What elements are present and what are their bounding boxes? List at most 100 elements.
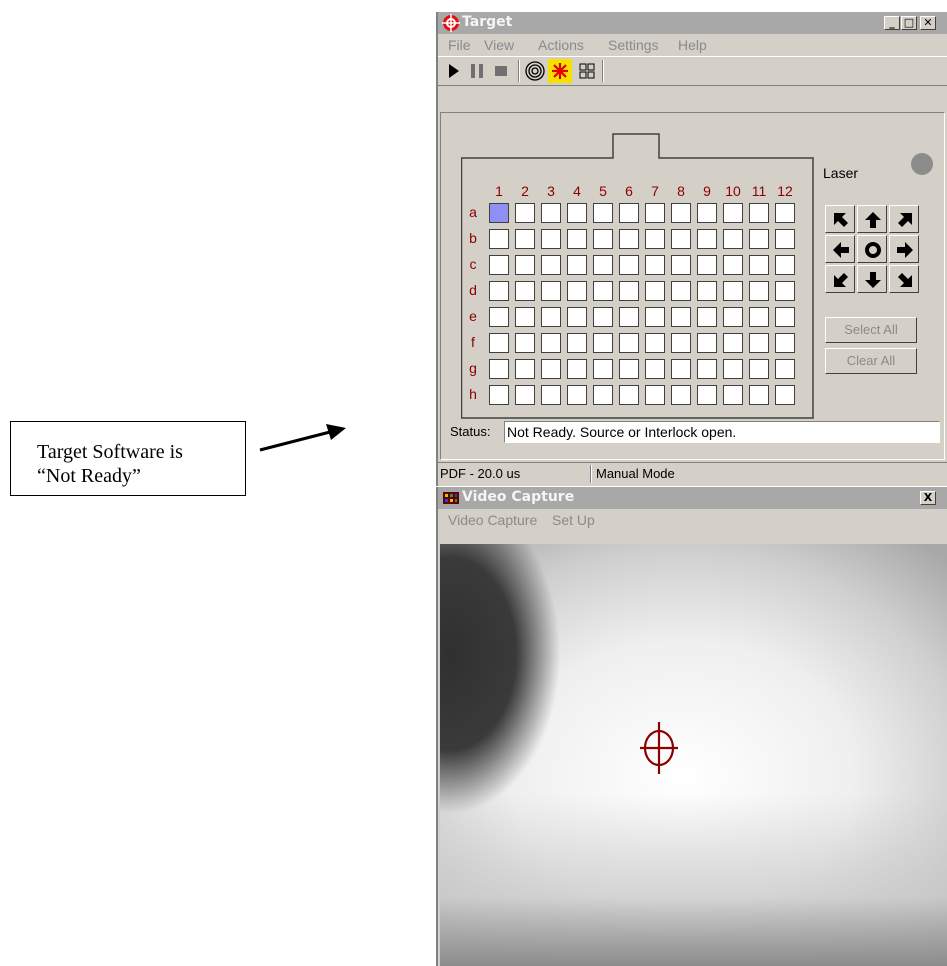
well-f8[interactable]: [671, 333, 691, 353]
well-b11[interactable]: [749, 229, 769, 249]
video-titlebar[interactable]: Video Capture X: [438, 487, 947, 509]
target-titlebar[interactable]: Target _ □ ✕: [438, 12, 947, 34]
well-e1[interactable]: [489, 307, 509, 327]
well-e8[interactable]: [671, 307, 691, 327]
move-down-button[interactable]: [857, 265, 887, 293]
well-f11[interactable]: [749, 333, 769, 353]
well-c1[interactable]: [489, 255, 509, 275]
well-b1[interactable]: [489, 229, 509, 249]
well-h10[interactable]: [723, 385, 743, 405]
move-up-right-button[interactable]: [889, 205, 919, 233]
video-close-button[interactable]: X: [920, 491, 936, 505]
well-c12[interactable]: [775, 255, 795, 275]
well-a8[interactable]: [671, 203, 691, 223]
well-b2[interactable]: [515, 229, 535, 249]
menu-actions[interactable]: Actions: [538, 37, 584, 53]
minimize-button[interactable]: _: [884, 16, 900, 30]
well-h12[interactable]: [775, 385, 795, 405]
move-down-left-button[interactable]: [825, 265, 855, 293]
clear-all-button[interactable]: Clear All: [825, 348, 917, 374]
well-h8[interactable]: [671, 385, 691, 405]
well-c6[interactable]: [619, 255, 639, 275]
well-h5[interactable]: [593, 385, 613, 405]
select-all-button[interactable]: Select All: [825, 317, 917, 343]
well-a6[interactable]: [619, 203, 639, 223]
well-c5[interactable]: [593, 255, 613, 275]
target-rings-icon[interactable]: [524, 60, 546, 82]
well-h7[interactable]: [645, 385, 665, 405]
menu-view[interactable]: View: [484, 37, 514, 53]
well-g2[interactable]: [515, 359, 535, 379]
well-a5[interactable]: [593, 203, 613, 223]
menu-help[interactable]: Help: [678, 37, 707, 53]
well-g5[interactable]: [593, 359, 613, 379]
well-a4[interactable]: [567, 203, 587, 223]
well-h2[interactable]: [515, 385, 535, 405]
well-f7[interactable]: [645, 333, 665, 353]
well-d10[interactable]: [723, 281, 743, 301]
well-h4[interactable]: [567, 385, 587, 405]
well-e4[interactable]: [567, 307, 587, 327]
well-b4[interactable]: [567, 229, 587, 249]
well-b9[interactable]: [697, 229, 717, 249]
menu-video-capture[interactable]: Video Capture: [448, 512, 537, 528]
center-button[interactable]: [857, 235, 887, 263]
move-right-button[interactable]: [889, 235, 919, 263]
well-g12[interactable]: [775, 359, 795, 379]
well-e5[interactable]: [593, 307, 613, 327]
menu-file[interactable]: File: [448, 37, 471, 53]
well-d7[interactable]: [645, 281, 665, 301]
well-c9[interactable]: [697, 255, 717, 275]
menu-set-up[interactable]: Set Up: [552, 512, 595, 528]
well-d3[interactable]: [541, 281, 561, 301]
move-down-right-button[interactable]: [889, 265, 919, 293]
move-left-button[interactable]: [825, 235, 855, 263]
well-d2[interactable]: [515, 281, 535, 301]
well-d8[interactable]: [671, 281, 691, 301]
well-g3[interactable]: [541, 359, 561, 379]
well-h6[interactable]: [619, 385, 639, 405]
well-c3[interactable]: [541, 255, 561, 275]
well-a10[interactable]: [723, 203, 743, 223]
well-b7[interactable]: [645, 229, 665, 249]
well-c7[interactable]: [645, 255, 665, 275]
well-a2[interactable]: [515, 203, 535, 223]
well-f12[interactable]: [775, 333, 795, 353]
well-g8[interactable]: [671, 359, 691, 379]
well-f9[interactable]: [697, 333, 717, 353]
close-button[interactable]: ✕: [920, 16, 936, 30]
well-b8[interactable]: [671, 229, 691, 249]
well-a12[interactable]: [775, 203, 795, 223]
grid-view-icon[interactable]: [576, 60, 598, 82]
move-up-left-button[interactable]: [825, 205, 855, 233]
well-g4[interactable]: [567, 359, 587, 379]
well-e2[interactable]: [515, 307, 535, 327]
well-b10[interactable]: [723, 229, 743, 249]
laser-star-icon[interactable]: [549, 60, 571, 82]
well-c8[interactable]: [671, 255, 691, 275]
pause-icon[interactable]: [466, 60, 488, 82]
play-icon[interactable]: [442, 60, 464, 82]
well-g7[interactable]: [645, 359, 665, 379]
well-g11[interactable]: [749, 359, 769, 379]
menu-settings[interactable]: Settings: [608, 37, 659, 53]
well-e3[interactable]: [541, 307, 561, 327]
well-d11[interactable]: [749, 281, 769, 301]
well-a11[interactable]: [749, 203, 769, 223]
well-f6[interactable]: [619, 333, 639, 353]
well-f1[interactable]: [489, 333, 509, 353]
well-b5[interactable]: [593, 229, 613, 249]
well-g9[interactable]: [697, 359, 717, 379]
well-h11[interactable]: [749, 385, 769, 405]
well-f2[interactable]: [515, 333, 535, 353]
well-f10[interactable]: [723, 333, 743, 353]
well-b12[interactable]: [775, 229, 795, 249]
well-c2[interactable]: [515, 255, 535, 275]
maximize-button[interactable]: □: [901, 16, 917, 30]
well-e12[interactable]: [775, 307, 795, 327]
well-c10[interactable]: [723, 255, 743, 275]
well-d4[interactable]: [567, 281, 587, 301]
well-a7[interactable]: [645, 203, 665, 223]
well-a1[interactable]: [489, 203, 509, 223]
well-d9[interactable]: [697, 281, 717, 301]
